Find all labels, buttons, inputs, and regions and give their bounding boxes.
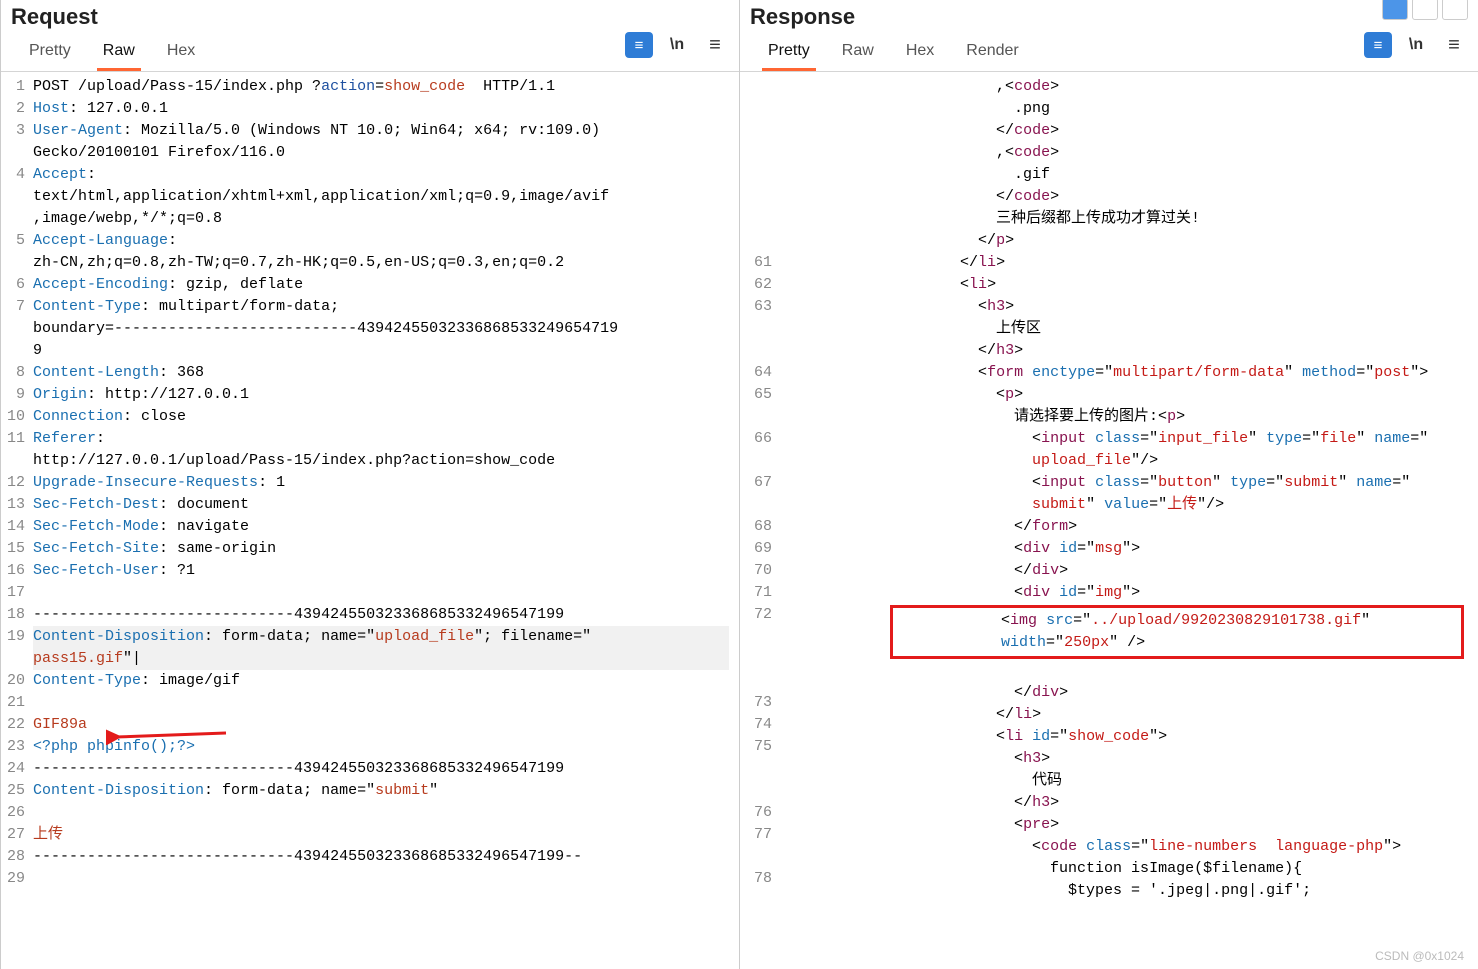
request-title: Request bbox=[11, 4, 98, 36]
newline-icon[interactable]: \n bbox=[1402, 32, 1430, 58]
layout-top-icon[interactable] bbox=[1412, 0, 1438, 20]
tab-render[interactable]: Render bbox=[960, 36, 1024, 71]
tab-raw[interactable]: Raw bbox=[836, 36, 880, 71]
tab-pretty[interactable]: Pretty bbox=[23, 36, 77, 71]
request-header: Request ≡ \n ≡ bbox=[1, 0, 739, 36]
tab-pretty[interactable]: Pretty bbox=[762, 36, 816, 71]
layout-toggle[interactable] bbox=[1382, 0, 1468, 20]
response-pane: Response ≡ \n ≡ Pretty Raw Hex Render 61… bbox=[739, 0, 1478, 969]
wrap-icon[interactable]: ≡ bbox=[625, 32, 653, 58]
menu-icon[interactable]: ≡ bbox=[701, 32, 729, 58]
menu-icon[interactable]: ≡ bbox=[1440, 32, 1468, 58]
wrap-icon[interactable]: ≡ bbox=[1364, 32, 1392, 58]
tab-raw[interactable]: Raw bbox=[97, 36, 141, 71]
response-header: Response ≡ \n ≡ bbox=[740, 0, 1478, 36]
layout-side-icon[interactable] bbox=[1382, 0, 1408, 20]
tab-hex[interactable]: Hex bbox=[900, 36, 940, 71]
response-title: Response bbox=[750, 4, 855, 36]
response-body[interactable]: 616263646566676869707172737475767778 ,<c… bbox=[740, 71, 1478, 969]
request-pane: Request ≡ \n ≡ Pretty Raw Hex 1234567891… bbox=[0, 0, 739, 969]
request-body[interactable]: 1234567891011121314151617181920212223242… bbox=[1, 71, 739, 969]
tab-hex[interactable]: Hex bbox=[161, 36, 201, 71]
newline-icon[interactable]: \n bbox=[663, 32, 691, 58]
watermark: CSDN @0x1024 bbox=[1375, 949, 1464, 963]
layout-single-icon[interactable] bbox=[1442, 0, 1468, 20]
